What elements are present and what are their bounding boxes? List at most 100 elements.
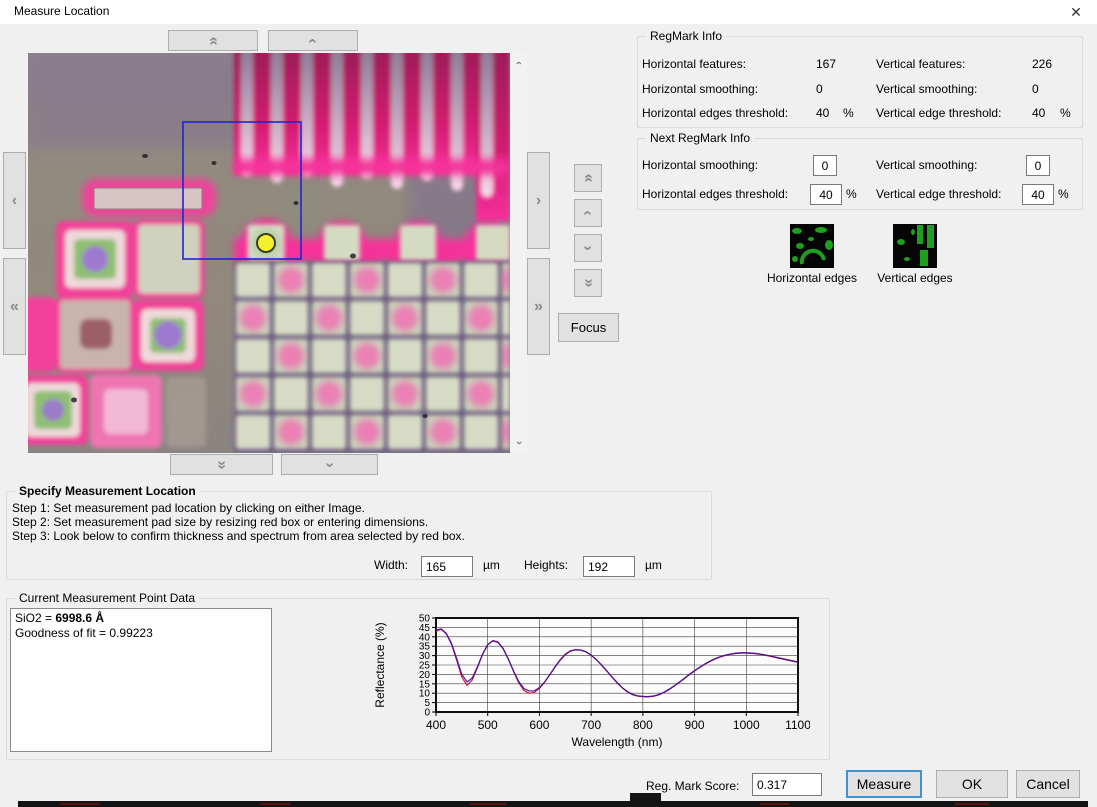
title-bar: Measure Location ✕ (0, 0, 1097, 24)
h-threshold-label: Horizontal edges threshold: (642, 106, 788, 120)
pan-right-button[interactable]: › (527, 152, 550, 249)
svg-text:900: 900 (685, 718, 705, 732)
heights-unit: µm (645, 558, 662, 572)
svg-text:0: 0 (424, 708, 430, 719)
pan-left-fast-button[interactable]: « (3, 258, 26, 355)
svg-text:25: 25 (419, 661, 431, 672)
next-v-threshold-input[interactable] (1022, 184, 1054, 205)
svg-text:1000: 1000 (733, 718, 760, 732)
vertical-edges-label: Vertical edges (868, 271, 962, 285)
scroll-up-button[interactable]: › (268, 30, 358, 51)
svg-text:Wavelength (nm): Wavelength (nm) (572, 735, 663, 749)
horizontal-edges-image[interactable] (790, 224, 834, 268)
svg-text:15: 15 (419, 679, 431, 690)
chevron-double-down-icon: » (214, 460, 230, 469)
svg-text:600: 600 (529, 718, 549, 732)
svg-text:500: 500 (478, 718, 498, 732)
next-v-threshold-unit: % (1058, 187, 1069, 201)
stage-up-button[interactable]: › (574, 199, 602, 227)
reg-mark-score-input[interactable] (752, 773, 822, 796)
cancel-button[interactable]: Cancel (1016, 770, 1080, 798)
scroll-down-fast-button[interactable]: » (170, 454, 273, 475)
scrollbar-up-icon[interactable]: › (511, 55, 527, 71)
chevron-right-icon: › (536, 193, 541, 209)
chevron-up-icon: › (580, 210, 596, 215)
v-features-value: 226 (1032, 57, 1052, 71)
next-h-threshold-label: Horizontal edges threshold: (642, 187, 788, 201)
measurement-results-list[interactable]: SiO2 = 6998.6 Å Goodness of fit = 0.9922… (10, 608, 272, 752)
goodness-of-fit: Goodness of fit = 0.99223 (15, 626, 267, 641)
heights-label: Heights: (524, 558, 568, 572)
svg-text:40: 40 (419, 632, 431, 643)
step2-text: Step 2: Set measurement pad size by resi… (12, 515, 428, 529)
svg-text:5: 5 (424, 698, 430, 709)
svg-text:10: 10 (419, 689, 431, 700)
ok-button[interactable]: OK (936, 770, 1008, 798)
h-smoothing-value: 0 (816, 82, 823, 96)
horizontal-edges-label: Horizontal edges (760, 271, 864, 285)
pan-left-button[interactable]: ‹ (3, 152, 26, 249)
pan-right-fast-button[interactable]: » (527, 258, 550, 355)
stage-up-fast-button[interactable]: » (574, 164, 602, 192)
svg-text:400: 400 (426, 718, 446, 732)
scrollbar-down-icon[interactable]: › (511, 435, 527, 451)
svg-text:Reflectance (%): Reflectance (%) (373, 622, 387, 707)
thickness-result: SiO2 = 6998.6 Å (15, 611, 267, 626)
width-input[interactable] (421, 556, 473, 577)
svg-text:800: 800 (633, 718, 653, 732)
chevron-left-icon: ‹ (12, 193, 17, 209)
measure-location-dialog: Measure Location ✕ » › (0, 0, 1097, 807)
h-smoothing-label: Horizontal smoothing: (642, 82, 758, 96)
heights-input[interactable] (583, 556, 635, 577)
v-threshold-unit: % (1060, 106, 1071, 120)
v-features-label: Vertical features: (876, 57, 965, 71)
svg-text:45: 45 (419, 623, 431, 634)
h-threshold-value: 40 (816, 106, 829, 120)
next-regmark-title: Next RegMark Info (646, 130, 754, 146)
svg-text:35: 35 (419, 642, 431, 653)
chevron-double-right-icon: » (534, 299, 543, 315)
next-h-smoothing-label: Horizontal smoothing: (642, 158, 758, 172)
width-unit: µm (483, 558, 500, 572)
vertical-edges-image[interactable] (893, 224, 937, 268)
dialog-title: Measure Location (14, 4, 109, 18)
next-h-smoothing-input[interactable] (813, 155, 837, 176)
current-point-title: Current Measurement Point Data (15, 590, 199, 606)
chevron-double-up-icon: » (580, 174, 596, 183)
v-threshold-label: Vertical edge threshold: (876, 106, 1001, 120)
measurement-marker (257, 234, 275, 252)
step3-text: Step 3: Look below to confirm thickness … (12, 529, 465, 543)
v-smoothing-value: 0 (1032, 82, 1039, 96)
stage-down-button[interactable]: › (574, 234, 602, 262)
measure-button[interactable]: Measure (846, 770, 922, 798)
chevron-double-down-icon: » (580, 279, 596, 288)
chevron-double-up-icon: » (205, 36, 221, 45)
microscope-image[interactable] (28, 53, 510, 453)
wafer-view (28, 53, 510, 453)
scroll-up-fast-button[interactable]: » (168, 30, 258, 51)
next-h-threshold-input[interactable] (810, 184, 842, 205)
chevron-double-left-icon: « (10, 299, 19, 315)
reg-mark-score-label: Reg. Mark Score: (646, 779, 739, 793)
close-icon[interactable]: ✕ (1061, 1, 1091, 23)
v-smoothing-label: Vertical smoothing: (876, 82, 977, 96)
image-vertical-scrollbar[interactable]: › › (511, 53, 527, 453)
width-label: Width: (374, 558, 408, 572)
h-features-value: 167 (816, 57, 836, 71)
chevron-down-icon: › (321, 462, 337, 467)
vertical-edges-thumb (893, 224, 937, 268)
focus-button[interactable]: Focus (558, 313, 619, 342)
stage-down-fast-button[interactable]: » (574, 269, 602, 297)
svg-text:700: 700 (581, 718, 601, 732)
step1-text: Step 1: Set measurement pad location by … (12, 501, 365, 515)
background-window-notch (630, 793, 661, 807)
next-v-smoothing-label: Vertical smoothing: (876, 158, 977, 172)
svg-text:50: 50 (419, 614, 431, 625)
scroll-down-button[interactable]: › (281, 454, 378, 475)
next-v-smoothing-input[interactable] (1026, 155, 1050, 176)
next-h-threshold-unit: % (846, 187, 857, 201)
svg-text:20: 20 (419, 670, 431, 681)
spectrum-chart: 0510152025303540455040050060070080090010… (370, 600, 810, 752)
specify-title: Specify Measurement Location (15, 483, 200, 499)
horizontal-edges-thumb (790, 224, 834, 268)
